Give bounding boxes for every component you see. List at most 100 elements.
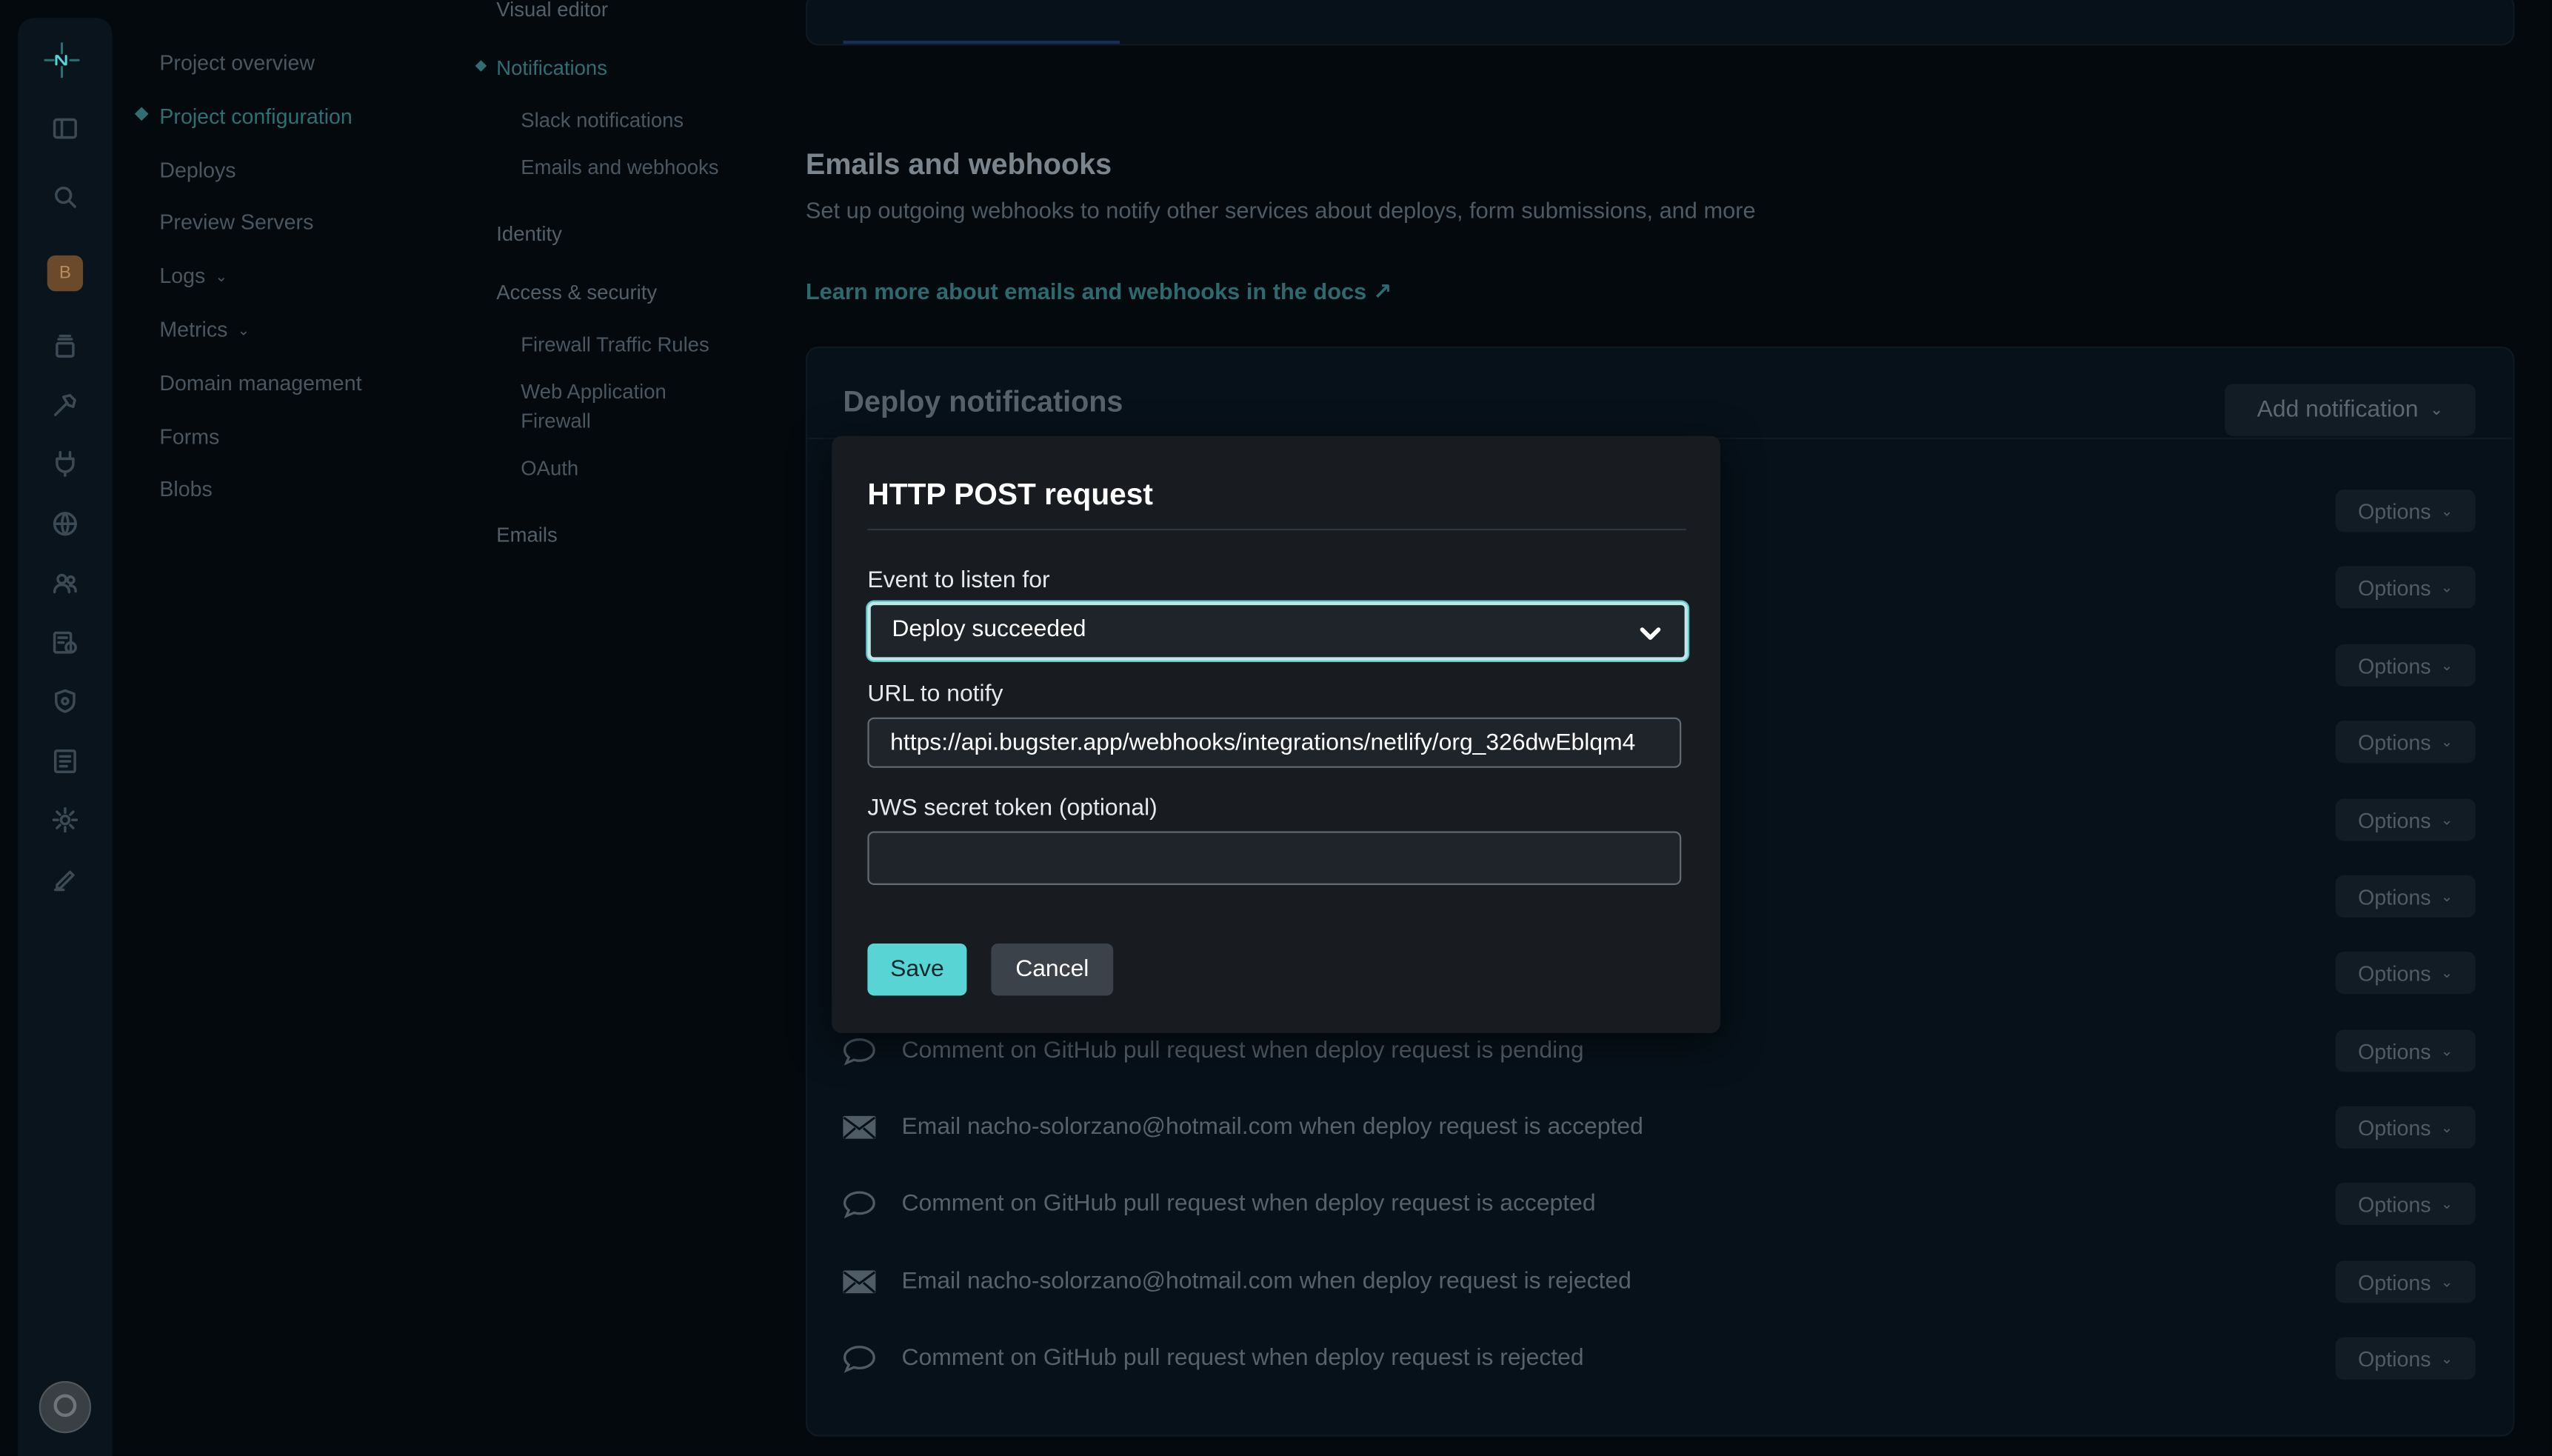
- nav-logs-label: Logs: [159, 263, 206, 288]
- shield-icon[interactable]: [46, 681, 85, 721]
- event-select[interactable]: Deploy succeeded: [867, 601, 1688, 661]
- docs-link[interactable]: Learn more about emails and webhooks in …: [806, 278, 1392, 306]
- jws-label: JWS secret token (optional): [867, 795, 1158, 822]
- active-indicator: [475, 60, 487, 72]
- certificate-icon[interactable]: [46, 623, 85, 662]
- plug-icon[interactable]: [46, 444, 85, 484]
- search-icon[interactable]: [46, 177, 85, 216]
- nav-metrics-label: Metrics: [159, 317, 228, 342]
- options-label: Options: [2358, 498, 2431, 524]
- subnav-slack-notifications[interactable]: Slack notifications: [521, 106, 684, 136]
- docs-icon[interactable]: [46, 742, 85, 781]
- url-label: URL to notify: [867, 681, 1003, 708]
- options-button[interactable]: Options ⌄: [2335, 721, 2476, 764]
- globe-icon[interactable]: [46, 504, 85, 544]
- section-title: Emails and webhooks: [805, 147, 1112, 181]
- nav-logs[interactable]: Logs ⌄: [159, 264, 227, 288]
- subnav-waf-line1: Web Application: [521, 381, 667, 404]
- url-input[interactable]: [867, 717, 1682, 768]
- nav-blobs[interactable]: Blobs: [159, 477, 212, 501]
- envelope-icon: [843, 1270, 876, 1294]
- chevron-down-icon: ⌄: [2440, 501, 2454, 518]
- http-post-modal: HTTP POST request Event to listen for De…: [832, 435, 1720, 1033]
- options-button[interactable]: Options ⌄: [2335, 644, 2476, 687]
- options-button[interactable]: Options ⌄: [2335, 490, 2476, 532]
- options-button[interactable]: Options ⌄: [2335, 1029, 2476, 1072]
- options-label: Options: [2358, 1038, 2431, 1063]
- options-label: Options: [2358, 575, 2431, 600]
- chevron-down-icon: ⌄: [2429, 401, 2444, 419]
- team-icon[interactable]: [46, 563, 85, 602]
- options-button[interactable]: Options ⌄: [2335, 952, 2476, 995]
- options-label: Options: [2358, 807, 2431, 832]
- deploy-notifications-title: Deploy notifications: [843, 385, 1123, 418]
- notification-row: Comment on GitHub pull request when depl…: [841, 1340, 1584, 1376]
- team-avatar[interactable]: B: [47, 255, 84, 292]
- options-button[interactable]: Options ⌄: [2335, 566, 2476, 609]
- chevron-down-icon: ⌄: [2440, 578, 2454, 595]
- gear-icon[interactable]: [46, 801, 85, 840]
- modal-title: HTTP POST request: [867, 476, 1153, 511]
- chevron-down-icon: ⌄: [2440, 656, 2454, 673]
- subnav-emails[interactable]: Emails: [496, 524, 557, 547]
- options-button[interactable]: Options ⌄: [2335, 1182, 2476, 1226]
- subnav-oauth[interactable]: OAuth: [521, 454, 578, 484]
- layers-icon[interactable]: [46, 327, 85, 367]
- nav-deploys[interactable]: Deploys: [159, 158, 236, 182]
- netlify-logo-icon[interactable]: [42, 41, 81, 80]
- envelope-icon: [843, 1115, 876, 1139]
- options-button[interactable]: Options ⌄: [2335, 1106, 2476, 1149]
- options-label: Options: [2358, 884, 2431, 909]
- event-select-value: Deploy succeeded: [892, 616, 1086, 643]
- subnav-emails-webhooks[interactable]: Emails and webhooks: [521, 153, 718, 182]
- event-label: Event to listen for: [867, 567, 1050, 594]
- nav-forms[interactable]: Forms: [159, 424, 219, 449]
- chevron-down-icon: ⌄: [2440, 1195, 2454, 1212]
- chevron-down-icon: ⌄: [2440, 732, 2454, 749]
- app-root: B Project overview Project configuration…: [0, 0, 2552, 1456]
- visual-editor-card: [805, 0, 2515, 46]
- options-label: Options: [2358, 729, 2431, 755]
- options-button[interactable]: Options ⌄: [2335, 798, 2476, 841]
- nav-project-overview[interactable]: Project overview: [159, 50, 315, 75]
- nav-metrics[interactable]: Metrics ⌄: [159, 317, 250, 341]
- subnav-firewall-traffic-rules[interactable]: Firewall Traffic Rules: [521, 330, 709, 360]
- options-label: Options: [2358, 1269, 2431, 1295]
- user-avatar[interactable]: [39, 1380, 92, 1434]
- jws-token-input[interactable]: [867, 831, 1682, 885]
- save-button[interactable]: Save: [867, 944, 967, 996]
- cancel-button[interactable]: Cancel: [991, 944, 1114, 996]
- options-label: Options: [2358, 1115, 2431, 1140]
- chevron-down-icon: ⌄: [2440, 964, 2454, 981]
- subnav-identity[interactable]: Identity: [496, 223, 562, 246]
- subnav-waf[interactable]: Web Application Firewall: [521, 378, 667, 436]
- options-label: Options: [2358, 1192, 2431, 1216]
- nav-preview-servers[interactable]: Preview Servers: [159, 210, 313, 234]
- chevron-down-icon: ⌄: [2440, 1349, 2454, 1366]
- comment-icon: [843, 1191, 875, 1219]
- notification-row: Comment on GitHub pull request when depl…: [841, 1033, 1584, 1069]
- chevron-down-icon: [1639, 621, 1662, 640]
- subnav-waf-line2: Firewall: [521, 410, 591, 433]
- notification-text: Comment on GitHub pull request when depl…: [901, 1190, 1596, 1218]
- notification-text: Comment on GitHub pull request when depl…: [901, 1345, 1584, 1372]
- notification-row: Email nacho-solorzano@hotmail.com when d…: [841, 1264, 1631, 1300]
- build-hammer-icon[interactable]: [46, 386, 85, 425]
- options-button[interactable]: Options ⌄: [2335, 875, 2476, 918]
- nav-domain-management[interactable]: Domain management: [159, 371, 361, 395]
- subnav-notifications[interactable]: Notifications: [496, 57, 607, 80]
- options-button[interactable]: Options ⌄: [2335, 1337, 2476, 1380]
- modal-divider: [867, 528, 1686, 531]
- sidebar-toggle-icon[interactable]: [46, 109, 85, 148]
- nav-project-configuration[interactable]: Project configuration: [159, 104, 352, 129]
- add-notification-button[interactable]: Add notification ⌄: [2225, 384, 2476, 436]
- subnav-visual-editor[interactable]: Visual editor: [496, 0, 608, 21]
- options-label: Options: [2358, 652, 2431, 678]
- chevron-down-icon: ⌄: [2440, 1041, 2454, 1058]
- chevron-down-icon: ⌄: [237, 322, 250, 339]
- options-button[interactable]: Options ⌄: [2335, 1260, 2476, 1303]
- subnav-access-security[interactable]: Access & security: [496, 281, 657, 304]
- active-indicator: [134, 107, 149, 121]
- docs-link-label: Learn more about emails and webhooks in …: [805, 278, 1367, 304]
- edit-icon[interactable]: [46, 861, 85, 900]
